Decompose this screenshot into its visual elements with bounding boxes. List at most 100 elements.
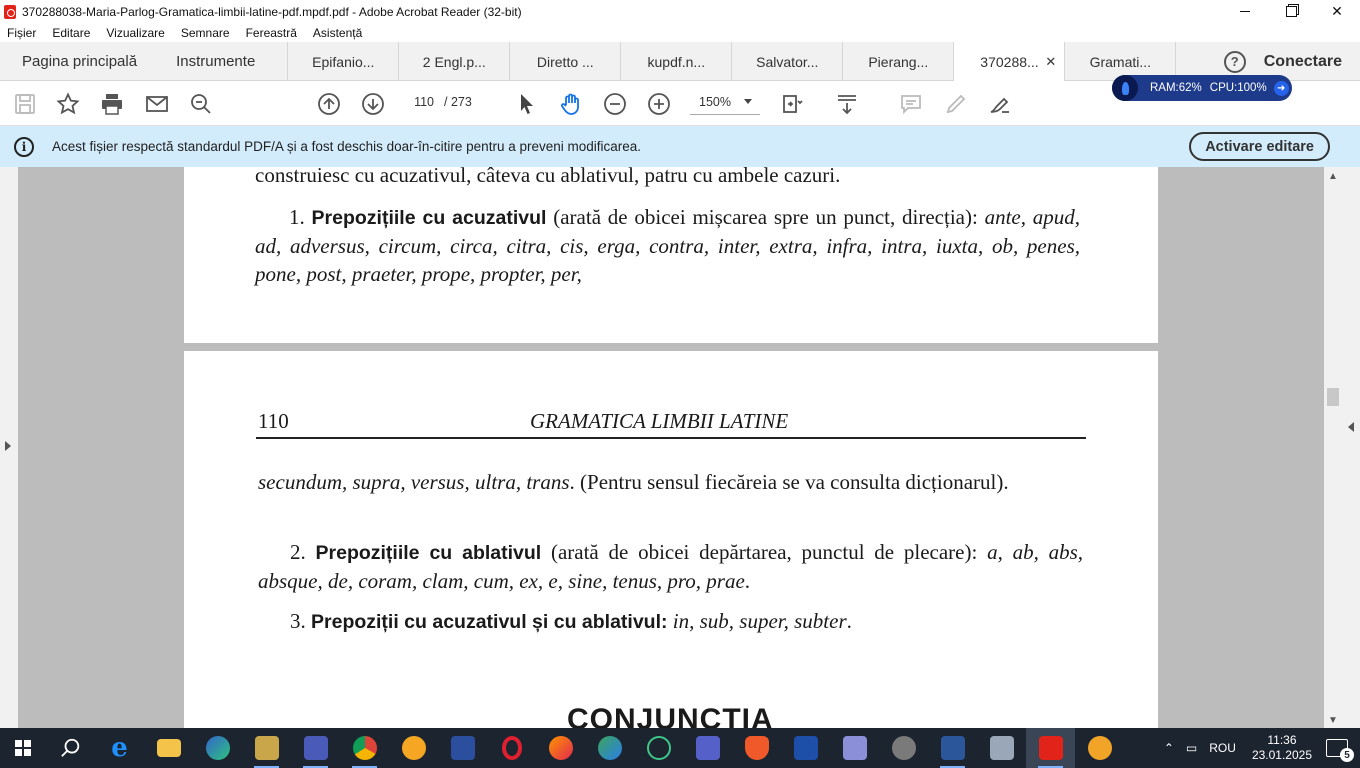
chrome-icon[interactable] [340,728,389,768]
internet-explorer-icon[interactable]: e [95,728,144,768]
chevron-up-icon[interactable]: ⌃ [1164,741,1174,755]
spiral-app-icon[interactable] [634,728,683,768]
file-explorer-icon[interactable] [144,728,193,768]
doc-tab[interactable]: kupdf.n... [621,42,733,81]
bookmark-star-icon[interactable] [55,91,81,117]
doc-tab[interactable]: Epifanio... [288,42,400,81]
battery-network-icon[interactable]: ▭ [1186,741,1197,755]
tool-app-icon[interactable] [1075,728,1124,768]
scroll-down-icon[interactable]: ▼ [1328,715,1338,726]
cpu-usage: CPU:100% [1209,82,1267,94]
menu-sign[interactable]: Semnare [173,26,238,40]
close-tab-icon[interactable]: ✕ [1045,54,1056,70]
zoom-value: 150% [699,94,731,109]
hand-tool-icon[interactable] [558,91,584,117]
zoom-in-icon[interactable] [646,91,672,117]
page-fit-icon[interactable] [780,91,806,117]
disk-app-icon[interactable] [683,728,732,768]
highlight-pen-icon[interactable] [943,91,969,117]
tab-home[interactable]: Pagina principală [0,42,156,81]
doc-tab[interactable]: Diretto ... [510,42,622,81]
page-number: 110 [258,409,289,433]
scroll-thumb[interactable] [1327,388,1339,406]
previous-page-icon[interactable] [316,91,342,117]
doc-tab-active[interactable]: 370288... ✕ [954,42,1066,82]
brave-icon[interactable] [732,728,781,768]
pdf-page-110: 110 GRAMATICA LIMBII LATINE secundum, su… [184,351,1158,728]
doc-tab-label: 2 Engl.p... [422,53,486,70]
menu-view[interactable]: Vizualizare [98,26,172,40]
globe-app-icon[interactable] [585,728,634,768]
comment-icon[interactable] [898,91,924,117]
doc-tab-label: Diretto ... [536,53,594,70]
scroll-mode-icon[interactable] [834,91,860,117]
doc-tab-label: 370288... [980,54,1039,70]
doc-tab[interactable]: Pierang... [843,42,955,81]
enable-editing-button[interactable]: Activare editare [1189,132,1330,161]
doc-tab[interactable]: 2 Engl.p... [399,42,511,81]
left-panel-toggle[interactable] [0,167,18,728]
signin-button[interactable]: Conectare [1264,53,1342,71]
save-icon[interactable] [12,91,38,117]
acrobat-reader-icon[interactable] [1026,728,1075,768]
menu-help[interactable]: Asistență [305,26,370,40]
clock[interactable]: 11:36 23.01.2025 [1252,733,1312,763]
info-icon: i [14,136,34,157]
firefox-icon[interactable] [536,728,585,768]
system-monitor-widget[interactable]: RAM:62% CPU:100% ➜ [1112,75,1292,101]
search-zoom-icon[interactable] [188,91,214,117]
page-total: / 273 [444,95,472,109]
minimize-button[interactable] [1222,0,1268,23]
email-icon[interactable] [144,91,170,117]
doc-tab-label: Salvator... [756,53,819,70]
menu-window[interactable]: Fereastră [238,26,305,40]
vertical-scrollbar[interactable]: ▲ ▼ [1324,167,1342,728]
menu-file[interactable]: Fișier [0,26,44,40]
paragraph-continuation: secundum, supra, versus, ultra, trans. (… [258,468,1083,496]
window-controls: ✕ [1222,0,1360,23]
help-icon[interactable]: ? [1223,50,1246,73]
menu-edit[interactable]: Editare [44,26,98,40]
calculator-app-icon[interactable] [438,728,487,768]
text-run: 3. [290,609,311,633]
hex-app-icon[interactable] [781,728,830,768]
notification-center-icon[interactable]: 5 [1326,739,1354,762]
text-run: (arată de obicei mișcarea spre un punct,… [546,205,985,229]
start-button[interactable] [0,728,46,768]
word-icon[interactable] [928,728,977,768]
zoom-dropdown[interactable]: 150% [690,89,760,115]
doc-tab-label: Pierang... [868,53,929,70]
scroll-up-icon[interactable]: ▲ [1328,171,1338,182]
doc-tab[interactable]: Salvator... [732,42,844,81]
close-window-button[interactable]: ✕ [1314,0,1360,23]
bold-heading: Prepoziții cu acuzativul și cu ablativul… [311,611,668,633]
orange-app-icon[interactable] [389,728,438,768]
page-number-input[interactable] [404,89,438,115]
right-panel-toggle[interactable] [1342,167,1360,728]
italic-list: secundum, supra, versus, ultra, trans [258,470,570,494]
input-language[interactable]: ROU [1209,741,1236,755]
pdf-page-previous: construiesc cu acuzativul, câteva cu abl… [184,167,1158,343]
paragraph-prepositions-both: 3. Prepoziții cu acuzativul și cu ablati… [290,607,1085,636]
print-icon[interactable] [99,91,125,117]
bw-app-icon[interactable] [879,728,928,768]
tab-tools[interactable]: Instrumente [156,42,289,81]
arrow-right-icon: ➜ [1273,80,1289,96]
document-viewport[interactable]: construiesc cu acuzativul, câteva cu abl… [0,167,1360,728]
media-player-icon[interactable] [242,728,291,768]
edge-icon[interactable] [193,728,242,768]
ram-usage: RAM:62% [1150,82,1202,94]
control-panel-icon[interactable] [977,728,1026,768]
next-page-icon[interactable] [360,91,386,117]
zoom-out-icon[interactable] [602,91,628,117]
select-cursor-icon[interactable] [514,91,540,117]
window-title: 370288038-Maria-Parlog-Gramatica-limbii-… [22,4,522,19]
info-message: Acest fișier respectă standardul PDF/A ș… [52,139,642,154]
search-icon[interactable] [46,728,95,768]
archive-app-icon[interactable] [830,728,879,768]
save-disk-icon[interactable] [291,728,340,768]
restore-button[interactable] [1268,0,1314,23]
pdfa-info-bar: i Acest fișier respectă standardul PDF/A… [0,126,1360,167]
opera-icon[interactable] [487,728,536,768]
sign-pen-icon[interactable] [987,91,1013,117]
